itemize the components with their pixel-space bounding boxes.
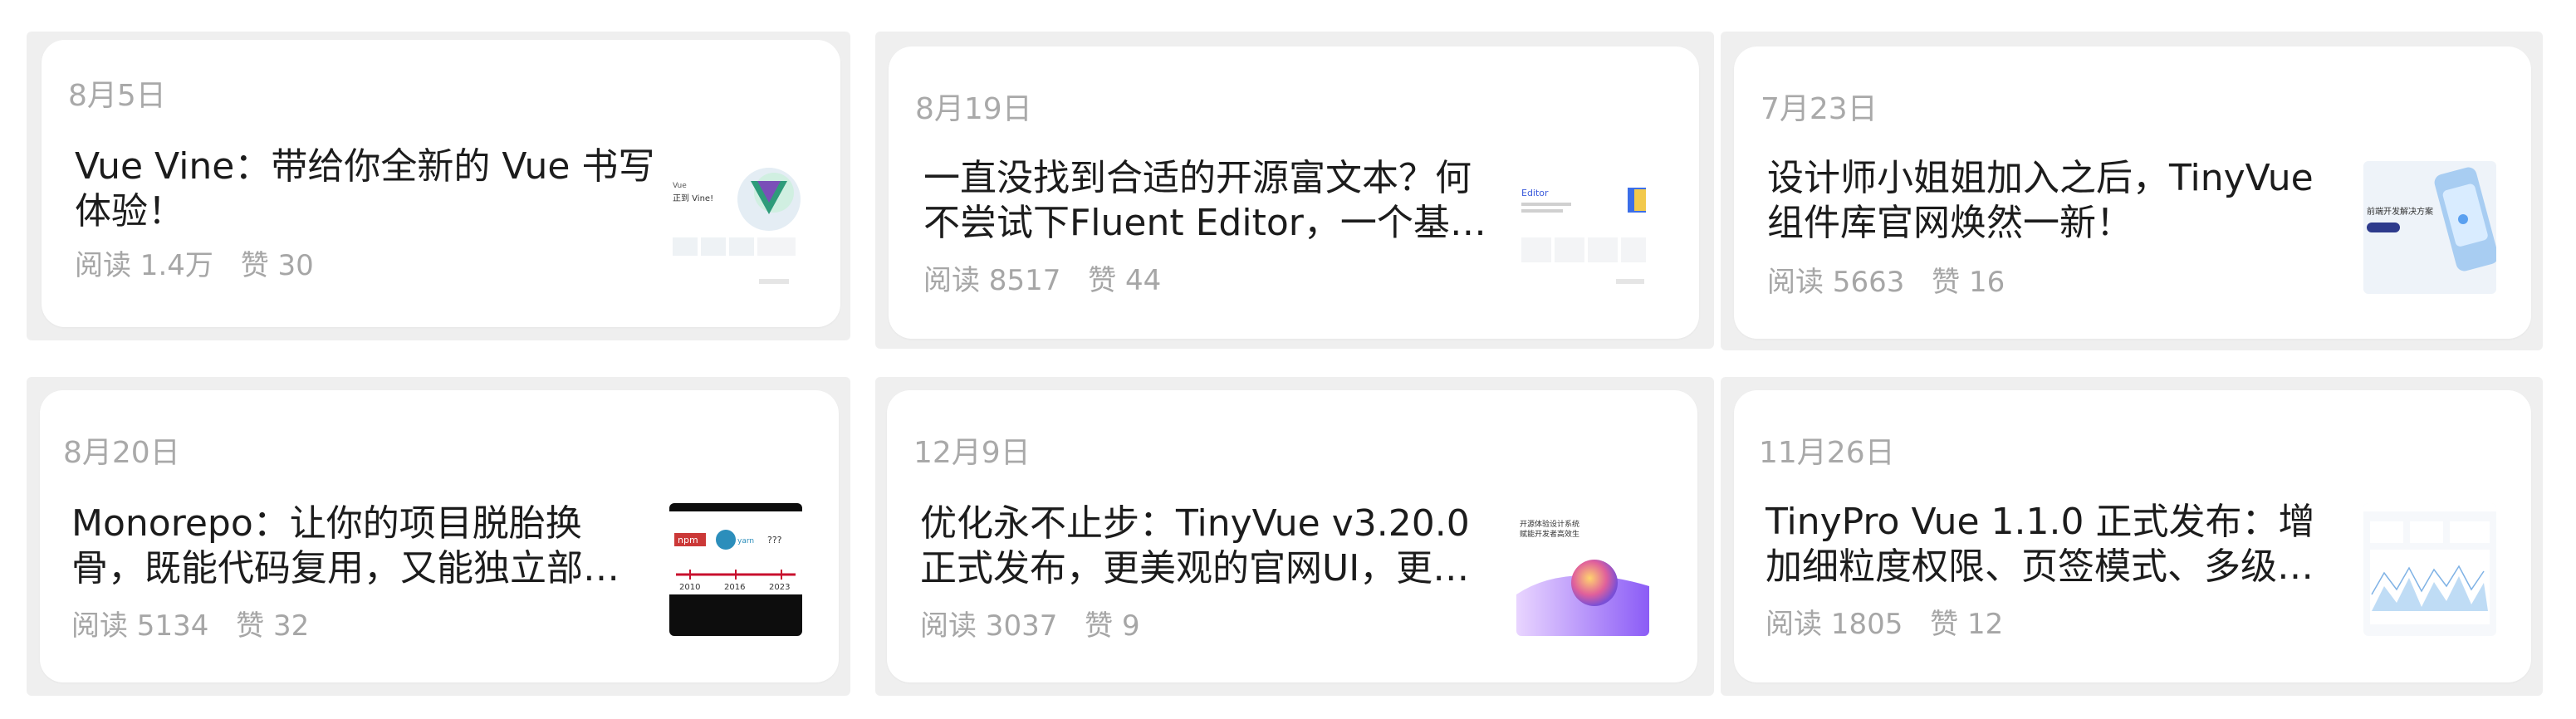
article-card[interactable]: 8月5日 Vue Vine：带给你全新的 Vue 书写体验！ 阅读 1.4万 赞… [42,40,840,327]
article-date: 12月9日 [913,436,1031,470]
article-title[interactable]: 一直没找到合适的开源富文本？何不尝试下Fluent Editor，一个基于Q… [923,156,1505,246]
svg-text:赋能开发者高效生: 赋能开发者高效生 [1520,529,1579,539]
article-title[interactable]: Vue Vine：带给你全新的 Vue 书写体验！ [75,144,656,234]
svg-text:yarn: yarn [737,537,754,545]
svg-text:npm: npm [678,535,698,545]
fluent-editor-thumbnail-icon[interactable]: Editor [1516,179,1649,312]
article-title[interactable]: Monorepo：让你的项目脱胎换骨，既能代码复用，又能独立部署！ [71,501,653,591]
article-date: 11月26日 [1759,436,1895,470]
like-count: 赞 44 [1088,264,1162,297]
article-stats: 阅读 1.4万 赞 30 [75,242,314,283]
article-card[interactable]: 11月26日 TinyPro Vue 1.1.0 正式发布：增加细粒度权限、页签… [1734,390,2531,682]
svg-text:正到 Vine!: 正到 Vine! [673,193,713,203]
svg-text:Vue: Vue [673,182,687,190]
article-stats: 阅读 8517 赞 44 [923,257,1161,298]
article-date: 8月5日 [68,79,166,113]
article-date: 8月19日 [915,92,1032,126]
monorepo-timeline-thumbnail-icon[interactable]: npm yarn ??? 2010 2016 2023 [669,503,802,636]
article-date: 8月20日 [63,436,180,470]
read-count: 阅读 1805 [1765,608,1903,641]
svg-text:2016: 2016 [724,583,745,592]
vue-vine-thumbnail-icon[interactable]: Vue 正到 Vine! [668,163,801,296]
article-title[interactable]: 设计师小姐姐加入之后，TinyVue 组件库官网焕然一新！ [1767,156,2348,246]
svg-text:前端开发解决方案: 前端开发解决方案 [2367,206,2433,217]
article-stats: 阅读 5663 赞 16 [1767,259,2005,300]
tinyvue-website-thumbnail-icon[interactable]: 前端开发解决方案 [2363,161,2496,294]
read-count: 阅读 8517 [923,264,1061,297]
article-title[interactable]: TinyPro Vue 1.1.0 正式发布：增加细粒度权限、页签模式、多级菜单… [1765,500,2347,589]
article-stats: 阅读 3037 赞 9 [920,603,1140,643]
like-count: 赞 30 [240,249,314,282]
like-count: 赞 9 [1085,609,1140,643]
article-date: 7月23日 [1761,92,1878,126]
read-count: 阅读 5134 [71,609,209,643]
article-stats: 阅读 1805 赞 12 [1765,601,2003,642]
article-card[interactable]: 8月20日 Monorepo：让你的项目脱胎换骨，既能代码复用，又能独立部署！ … [40,390,839,682]
svg-text:2023: 2023 [769,583,790,592]
svg-text:???: ??? [767,535,782,545]
like-count: 赞 16 [1932,266,2005,299]
like-count: 赞 32 [236,609,310,643]
svg-text:Editor: Editor [1521,188,1549,198]
read-count: 阅读 3037 [920,609,1058,643]
article-card[interactable]: 8月19日 一直没找到合适的开源富文本？何不尝试下Fluent Editor，一… [889,46,1699,339]
article-stats: 阅读 5134 赞 32 [71,603,309,643]
svg-text:开源体验设计系统: 开源体验设计系统 [1520,519,1579,529]
article-card[interactable]: 12月9日 优化永不止步：TinyVue v3.20.0 正式发布，更美观的官网… [887,390,1697,682]
article-card[interactable]: 7月23日 设计师小姐姐加入之后，TinyVue 组件库官网焕然一新！ 阅读 5… [1734,46,2531,339]
tinypro-dashboard-thumbnail-icon[interactable] [2363,503,2496,636]
tinyvue-release-thumbnail-icon[interactable]: 开源体验设计系统 赋能开发者高效生 [1516,503,1649,636]
article-title[interactable]: 优化永不止步：TinyVue v3.20.0 正式发布，更美观的官网UI，更友好… [920,501,1501,591]
like-count: 赞 12 [1930,608,2004,641]
read-count: 阅读 5663 [1767,266,1905,299]
read-count: 阅读 1.4万 [75,249,213,282]
svg-text:2010: 2010 [679,583,700,592]
